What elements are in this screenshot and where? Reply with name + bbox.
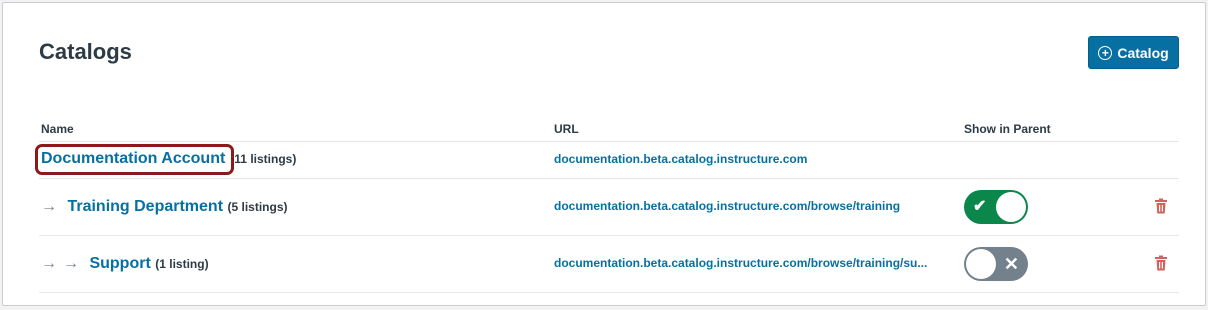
column-header-show-in-parent: Show in Parent: [962, 117, 1092, 142]
trash-icon[interactable]: [1154, 198, 1168, 214]
arrow-right-icon: →: [41, 197, 57, 215]
url-cell: documentation.beta.catalog.instructure.c…: [552, 141, 962, 179]
add-catalog-label: Catalog: [1117, 44, 1169, 61]
catalog-name-link[interactable]: Training Department: [67, 198, 223, 215]
catalogs-panel: Catalogs + Catalog Name URL Show in Pare…: [2, 2, 1206, 306]
table-row: → Training Department (5 listings) docum…: [39, 178, 1179, 236]
plus-circle-icon: +: [1098, 45, 1113, 60]
listing-count: 11 listings): [234, 152, 297, 166]
page-title: Catalogs: [39, 39, 132, 64]
name-cell: → Training Department (5 listings): [39, 178, 552, 236]
listing-count: (1 listing): [155, 256, 209, 271]
column-header-name: Name: [39, 117, 552, 142]
name-cell: Documentation Account 11 listings): [35, 141, 552, 179]
catalog-name-link[interactable]: Support: [89, 255, 150, 272]
catalogs-table: Name URL Show in Parent Documentation Ac…: [35, 117, 1179, 293]
catalog-url-link[interactable]: documentation.beta.catalog.instructure.c…: [554, 199, 900, 213]
show-in-parent-toggle[interactable]: ✕: [964, 246, 1028, 281]
actions-cell: [1092, 141, 1179, 179]
column-header-url: URL: [552, 117, 962, 142]
toggle-knob: [966, 248, 996, 279]
table-row: → → Support (1 listing) documentation.bet…: [39, 235, 1179, 293]
actions-cell: [1092, 235, 1179, 293]
show-in-parent-toggle[interactable]: ✔: [964, 189, 1028, 224]
show-in-parent-cell: [962, 141, 1092, 179]
highlight-box: Documentation Account: [35, 144, 235, 175]
trash-icon[interactable]: [1154, 255, 1168, 271]
catalog-url-link[interactable]: documentation.beta.catalog.instructure.c…: [554, 256, 927, 270]
catalog-name-link[interactable]: Documentation Account: [41, 150, 225, 167]
toggle-knob: [996, 191, 1026, 222]
arrow-right-icon: →: [41, 254, 57, 272]
listing-count: (5 listings): [227, 199, 288, 214]
check-icon: ✔: [973, 197, 987, 215]
x-icon: ✕: [1003, 253, 1019, 274]
column-header-actions: [1092, 117, 1179, 142]
url-cell: documentation.beta.catalog.instructure.c…: [552, 178, 962, 236]
add-catalog-button[interactable]: + Catalog: [1088, 36, 1179, 69]
actions-cell: [1092, 178, 1179, 236]
arrow-right-icon: →: [63, 254, 79, 272]
show-in-parent-cell: ✕: [962, 235, 1092, 293]
table-row: Documentation Account 11 listings) docum…: [35, 141, 1179, 179]
show-in-parent-cell: ✔: [962, 178, 1092, 236]
table-header-row: Name URL Show in Parent: [39, 117, 1179, 142]
url-cell: documentation.beta.catalog.instructure.c…: [552, 235, 962, 293]
catalog-url-link[interactable]: documentation.beta.catalog.instructure.c…: [554, 152, 807, 166]
name-cell: → → Support (1 listing): [39, 235, 552, 293]
